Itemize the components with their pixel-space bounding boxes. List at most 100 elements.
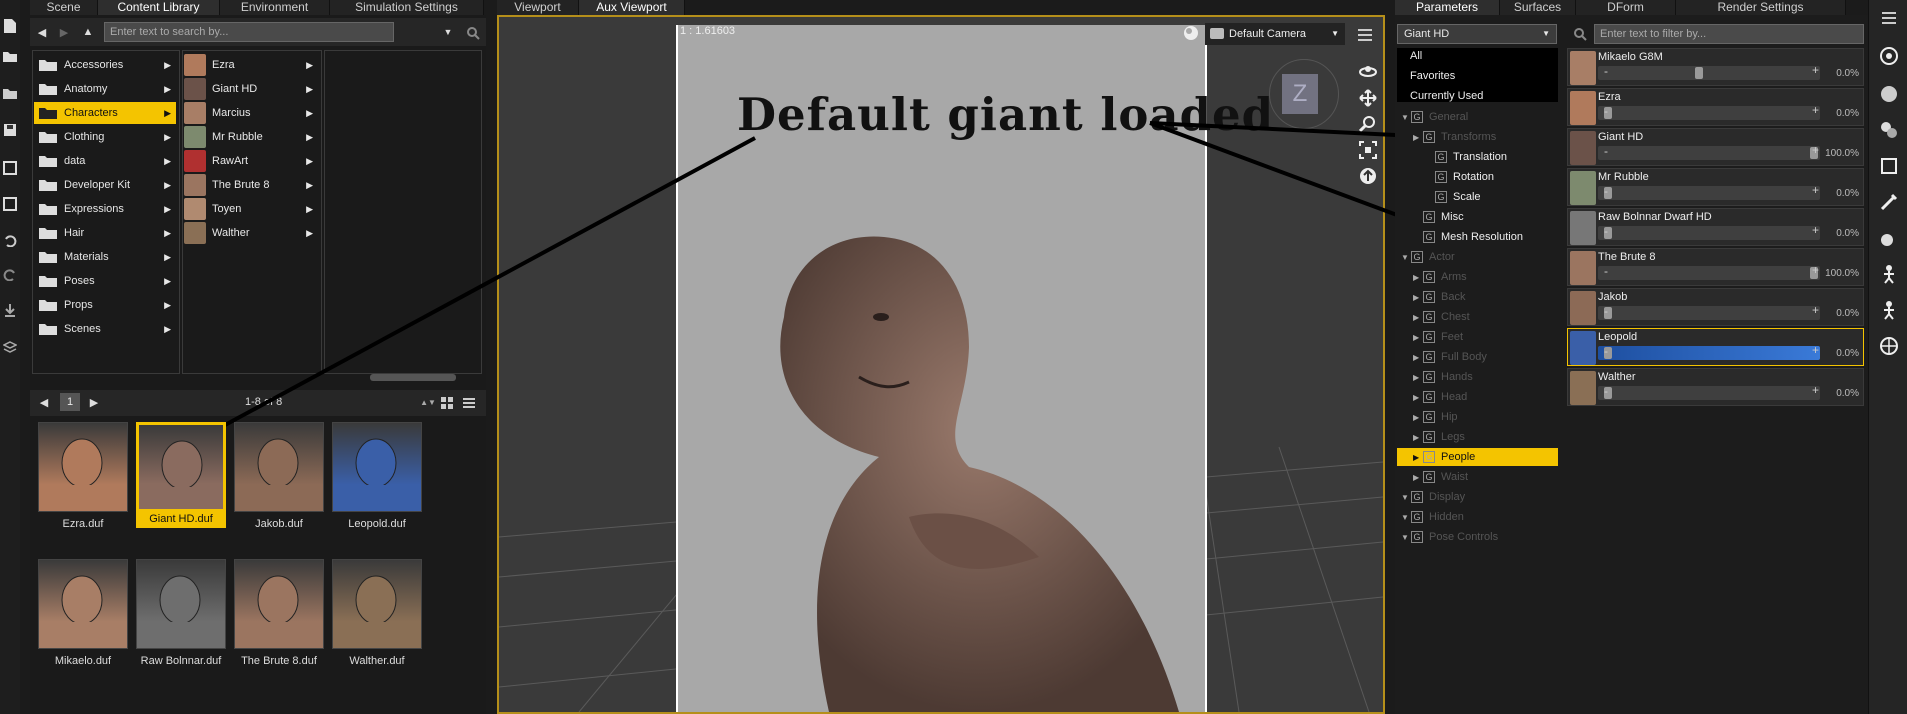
- expand-triangle-icon[interactable]: ▼: [1401, 113, 1411, 122]
- plus-icon[interactable]: +: [1812, 263, 1819, 277]
- figure-icon[interactable]: [1877, 298, 1901, 322]
- tree-node[interactable]: ▶ G Feet: [1397, 328, 1558, 346]
- minus-icon[interactable]: -: [1604, 304, 1608, 318]
- expand-triangle-icon[interactable]: ▶: [1413, 133, 1423, 142]
- light-icon[interactable]: [1877, 226, 1901, 250]
- plus-icon[interactable]: +: [1812, 383, 1819, 397]
- morph-slider[interactable]: Mr Rubble - +0.0%: [1567, 168, 1864, 206]
- category-item[interactable]: Hair ▶: [34, 222, 176, 244]
- globe-icon[interactable]: [1877, 334, 1901, 358]
- plus-icon[interactable]: +: [1812, 143, 1819, 157]
- slider-track[interactable]: [1598, 386, 1820, 400]
- tree-node[interactable]: ▶ G Back: [1397, 288, 1558, 306]
- slider-track[interactable]: [1598, 106, 1820, 120]
- category-item[interactable]: Clothing ▶: [34, 126, 176, 148]
- expand-triangle-icon[interactable]: ▶: [1413, 333, 1423, 342]
- tree-node[interactable]: ▶ G Hands: [1397, 368, 1558, 386]
- morph-slider[interactable]: The Brute 8- +100.0%: [1567, 248, 1864, 286]
- tree-node[interactable]: ▶ G Legs: [1397, 428, 1558, 446]
- tree-node[interactable]: ▼ G Actor: [1397, 248, 1558, 266]
- tree-node[interactable]: ▶ G Arms: [1397, 268, 1558, 286]
- category-item[interactable]: Materials ▶: [34, 246, 176, 268]
- character-folder[interactable]: Walther ▶: [184, 222, 318, 244]
- expand-triangle-icon[interactable]: ▶: [1413, 413, 1423, 422]
- info-icon[interactable]: [1877, 44, 1901, 68]
- expand-triangle-icon[interactable]: ▶: [1413, 373, 1423, 382]
- slider-track[interactable]: [1598, 146, 1820, 160]
- tree-node[interactable]: G Rotation: [1397, 168, 1558, 186]
- tree-node[interactable]: ▶ G Chest: [1397, 308, 1558, 326]
- minus-icon[interactable]: -: [1604, 224, 1608, 238]
- expand-triangle-icon[interactable]: ▶: [1413, 433, 1423, 442]
- category-item[interactable]: Scenes ▶: [34, 318, 176, 340]
- slider-track[interactable]: [1598, 306, 1820, 320]
- expand-triangle-icon[interactable]: ▶: [1413, 313, 1423, 322]
- expand-triangle-icon[interactable]: ▼: [1401, 513, 1411, 522]
- slider-track[interactable]: [1598, 186, 1820, 200]
- category-item[interactable]: Poses ▶: [34, 270, 176, 292]
- shader-icon[interactable]: [1877, 154, 1901, 178]
- expand-triangle-icon[interactable]: ▶: [1413, 393, 1423, 402]
- tree-node[interactable]: ▼ G Hidden: [1397, 508, 1558, 526]
- slider-track[interactable]: [1598, 226, 1820, 240]
- menu-icon[interactable]: [1879, 8, 1899, 28]
- morph-slider[interactable]: Giant HD - +100.0%: [1567, 128, 1864, 166]
- category-item[interactable]: Developer Kit ▶: [34, 174, 176, 196]
- expand-triangle-icon[interactable]: ▶: [1413, 353, 1423, 362]
- tree-node[interactable]: ▶ G People: [1397, 448, 1558, 466]
- tree-node[interactable]: ▼ G Pose Controls: [1397, 528, 1558, 546]
- tree-node[interactable]: G Misc: [1397, 208, 1558, 226]
- minus-icon[interactable]: -: [1604, 344, 1608, 358]
- thumbnail[interactable]: [136, 422, 226, 512]
- morph-slider[interactable]: Mikaelo G8M - +0.0%: [1567, 48, 1864, 86]
- minus-icon[interactable]: -: [1604, 144, 1608, 158]
- slider-track[interactable]: [1598, 66, 1820, 80]
- node-select[interactable]: Giant HD ▼: [1397, 24, 1557, 44]
- plus-icon[interactable]: +: [1812, 63, 1819, 77]
- minus-icon[interactable]: -: [1604, 184, 1608, 198]
- quick-filter-item[interactable]: Currently Used: [1410, 90, 1483, 102]
- quick-filter-item[interactable]: Favorites: [1410, 70, 1455, 82]
- filter-input[interactable]: Enter text to filter by...: [1594, 24, 1864, 44]
- category-item[interactable]: Characters ▶: [34, 102, 176, 124]
- tree-node[interactable]: ▶ G Hip: [1397, 408, 1558, 426]
- tree-node[interactable]: ▼ G Display: [1397, 488, 1558, 506]
- morph-slider[interactable]: Walther - +0.0%: [1567, 368, 1864, 406]
- character-folder[interactable]: Toyen ▶: [184, 198, 318, 220]
- slider-track[interactable]: [1598, 266, 1820, 280]
- expand-triangle-icon[interactable]: ▼: [1401, 533, 1411, 542]
- surfaces-icon[interactable]: [1877, 82, 1901, 106]
- character-folder[interactable]: Marcius ▶: [184, 102, 318, 124]
- category-item[interactable]: Accessories ▶: [34, 54, 176, 76]
- expand-triangle-icon[interactable]: ▶: [1413, 293, 1423, 302]
- morph-slider[interactable]: Jakob - +0.0%: [1567, 288, 1864, 326]
- category-item[interactable]: Anatomy ▶: [34, 78, 176, 100]
- category-item[interactable]: Expressions ▶: [34, 198, 176, 220]
- thumbnail[interactable]: [332, 422, 422, 512]
- slider-handle[interactable]: [1694, 67, 1703, 79]
- tree-node[interactable]: ▼ G General: [1397, 108, 1558, 126]
- tree-node[interactable]: G Mesh Resolution: [1397, 228, 1558, 246]
- expand-triangle-icon[interactable]: ▶: [1413, 273, 1423, 282]
- plus-icon[interactable]: +: [1812, 343, 1819, 357]
- thumbnail[interactable]: [234, 559, 324, 649]
- expand-triangle-icon[interactable]: ▶: [1413, 453, 1423, 462]
- morph-slider[interactable]: Leopold - +0.0%: [1567, 328, 1864, 366]
- tree-node[interactable]: G Scale: [1397, 188, 1558, 206]
- minus-icon[interactable]: -: [1604, 264, 1608, 278]
- pose-icon[interactable]: [1877, 262, 1901, 286]
- tree-node[interactable]: ▶ G Full Body: [1397, 348, 1558, 366]
- morph-slider[interactable]: Ezra - +0.0%: [1567, 88, 1864, 126]
- character-folder[interactable]: Giant HD ▶: [184, 78, 318, 100]
- materials-icon[interactable]: [1877, 118, 1901, 142]
- quick-filter-item[interactable]: All: [1410, 50, 1422, 62]
- character-folder[interactable]: Mr Rubble ▶: [184, 126, 318, 148]
- thumbnail[interactable]: [332, 559, 422, 649]
- category-item[interactable]: Props ▶: [34, 294, 176, 316]
- thumbnail[interactable]: [38, 559, 128, 649]
- brush-icon[interactable]: [1877, 190, 1901, 214]
- slider-track[interactable]: [1598, 346, 1820, 360]
- category-item[interactable]: data ▶: [34, 150, 176, 172]
- tree-node[interactable]: ▶ G Head: [1397, 388, 1558, 406]
- character-folder[interactable]: Ezra ▶: [184, 54, 318, 76]
